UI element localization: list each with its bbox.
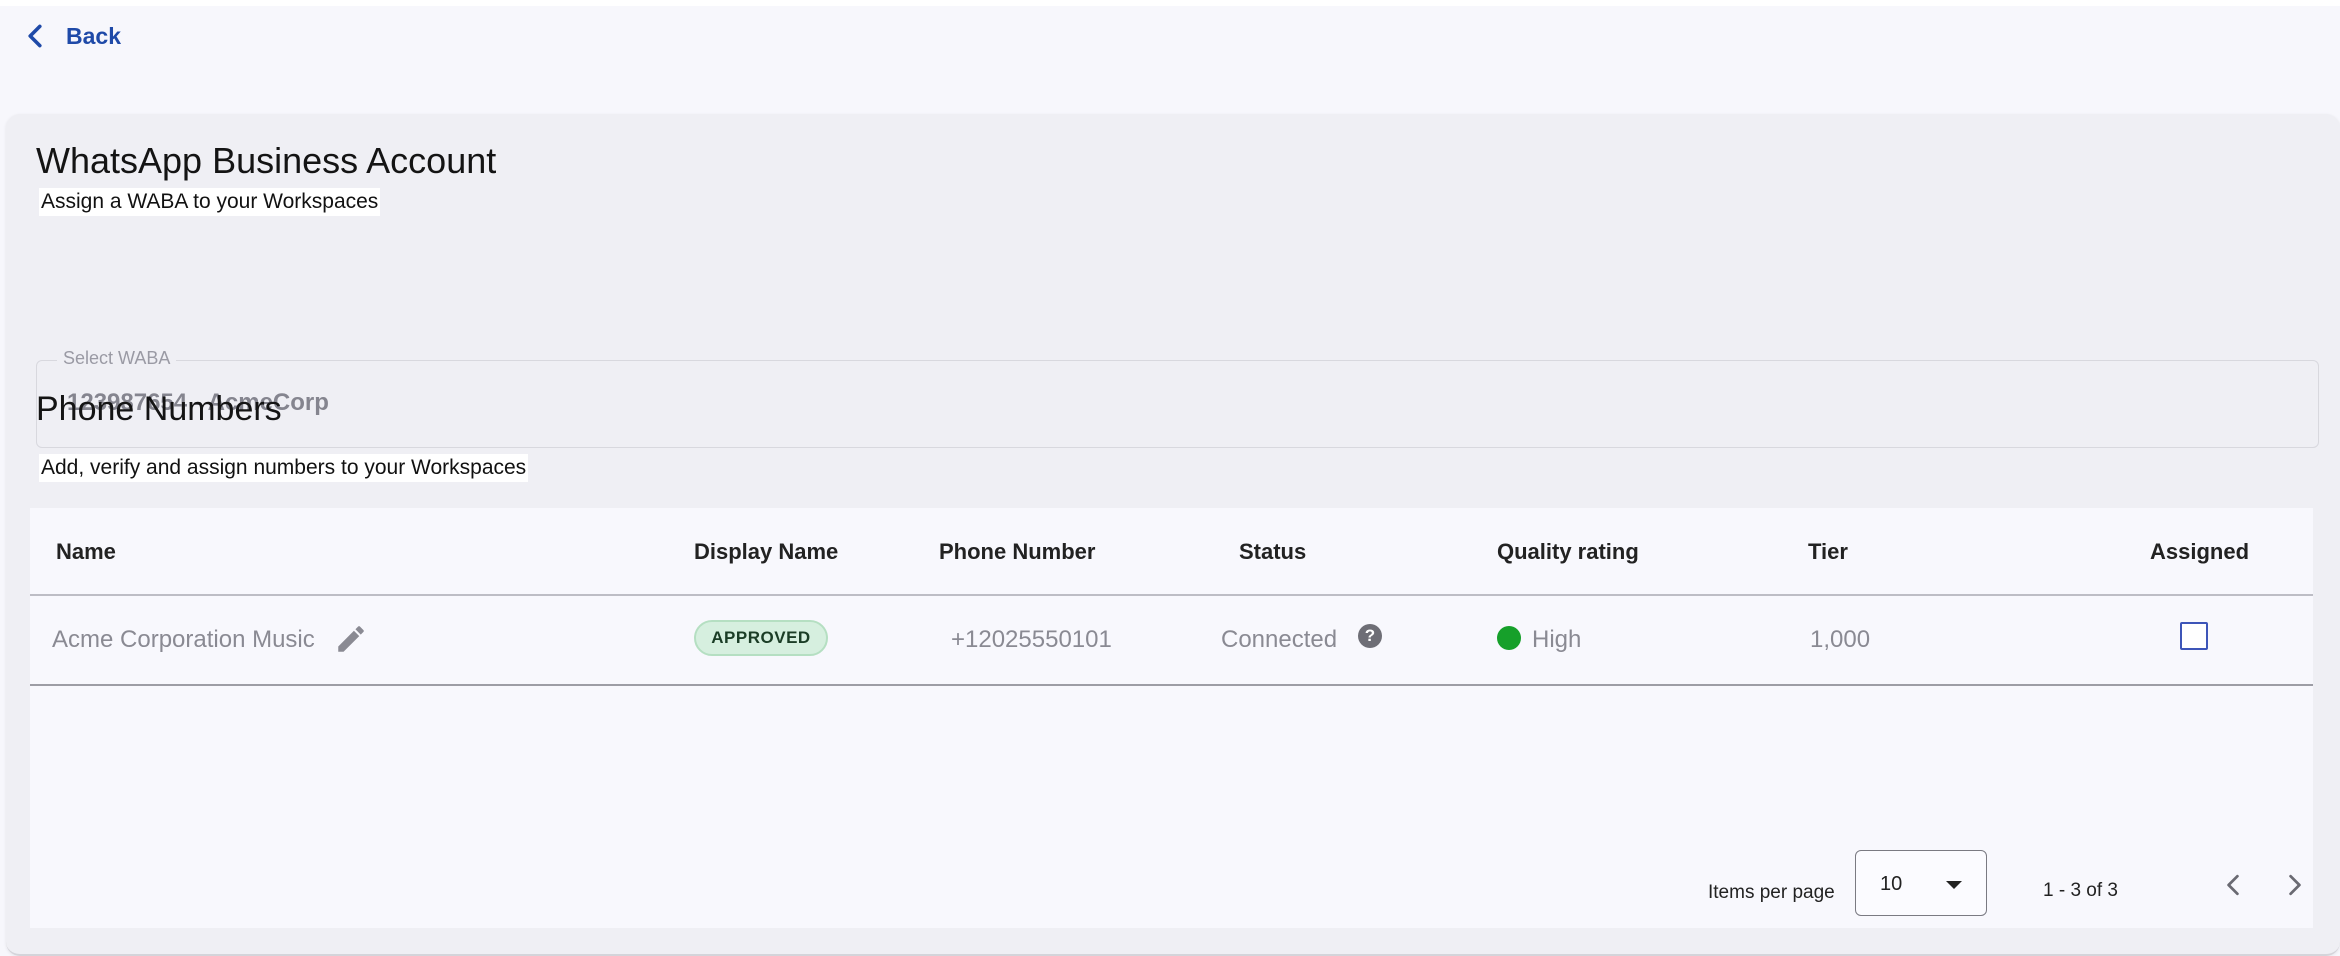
chevron-right-icon: [2289, 874, 2301, 896]
quality-indicator-dot: [1497, 626, 1521, 650]
paginator: Items per page 10 1 - 3 of 3: [30, 848, 2313, 918]
cell-status: Connected: [1221, 626, 1338, 653]
status-badge: APPROVED: [694, 620, 828, 656]
waba-section-title: WhatsApp Business Account: [36, 140, 497, 181]
previous-page-button[interactable]: [2216, 868, 2250, 902]
items-per-page-select[interactable]: 10: [1855, 850, 1987, 916]
header-status[interactable]: Status: [1239, 539, 1306, 565]
assigned-checkbox[interactable]: [2180, 622, 2208, 650]
waba-select-label: Select WABA: [57, 348, 177, 369]
back-label: Back: [66, 22, 121, 49]
items-per-page-value: 10: [1880, 873, 1903, 895]
page-range-label: 1 - 3 of 3: [2043, 880, 2118, 901]
waba-section-subtitle: Assign a WABA to your Workspaces: [39, 188, 381, 216]
chevron-left-icon: [28, 24, 42, 48]
chevron-left-icon: [2227, 874, 2239, 896]
pencil-icon[interactable]: [334, 622, 368, 656]
phone-section-title: Phone Numbers: [36, 390, 282, 428]
cell-quality-rating: High: [1532, 626, 1582, 653]
table-header: Name Display Name Phone Number Status Qu…: [30, 508, 2313, 596]
header-name[interactable]: Name: [56, 539, 116, 565]
cell-name: Acme Corporation Music: [52, 626, 315, 653]
phone-numbers-table: Name Display Name Phone Number Status Qu…: [30, 508, 2313, 928]
cell-tier: 1,000: [1810, 626, 1871, 653]
header-display-name[interactable]: Display Name: [694, 539, 838, 565]
table-row: Acme Corporation Music APPROVED +1202555…: [30, 596, 2313, 686]
header-tier[interactable]: Tier: [1808, 539, 1848, 565]
items-per-page-label: Items per page: [1708, 882, 1835, 903]
cell-phone-number: +12025550101: [951, 626, 1112, 653]
header-quality-rating[interactable]: Quality rating: [1497, 539, 1639, 565]
phone-section-subtitle: Add, verify and assign numbers to your W…: [39, 454, 529, 482]
back-button[interactable]: Back: [26, 20, 121, 52]
top-strip: [0, 0, 2340, 6]
help-circle-icon[interactable]: ?: [1358, 624, 1382, 648]
header-phone-number[interactable]: Phone Number: [939, 539, 1095, 565]
header-assigned[interactable]: Assigned: [2150, 539, 2249, 565]
waba-select-field[interactable]: Select WABA 123987654 - AcmeCorp: [36, 348, 2319, 448]
next-page-button[interactable]: [2278, 868, 2312, 902]
caret-down-icon: [1946, 881, 1962, 889]
